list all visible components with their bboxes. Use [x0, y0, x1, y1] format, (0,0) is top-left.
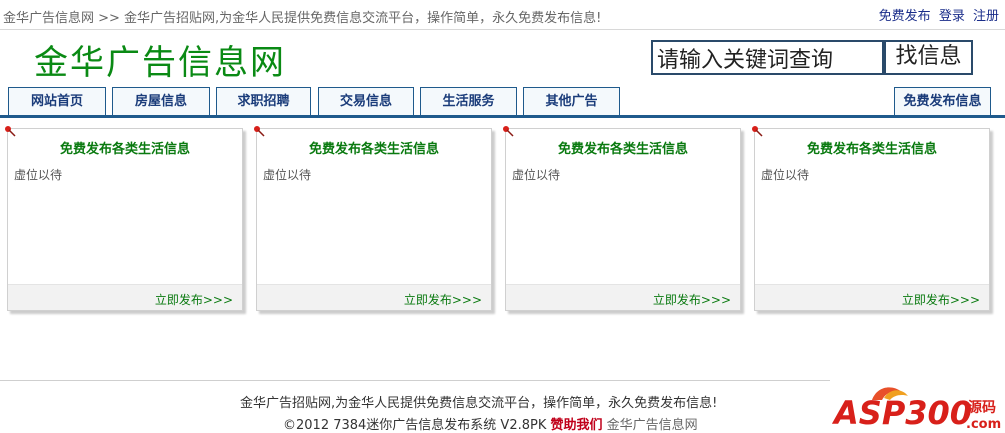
card-body: 虚位以待: [263, 168, 312, 182]
tab-trade[interactable]: 交易信息: [318, 87, 414, 115]
footer-divider: [0, 380, 830, 381]
card-title: 免费发布各类生活信息: [806, 142, 937, 157]
brand-link[interactable]: 金华广告信息网: [607, 418, 698, 433]
publish-now-link[interactable]: 立即发布>>>: [404, 291, 482, 308]
tab-jobs[interactable]: 求职招聘: [216, 87, 311, 115]
support-link[interactable]: 赞助我们: [551, 418, 603, 433]
header: 金华广告信息网 找信息: [0, 31, 1005, 83]
tab-publish[interactable]: 免费发布信息: [894, 87, 991, 115]
ad-card: 免费发布各类生活信息 虚位以待 立即发布>>>: [503, 126, 741, 311]
breadcrumb: 金华广告信息网 >> 金华广告招贴网,为金华人民提供免费信息交流平台，操作简单，…: [3, 11, 602, 26]
copyright-text: ©2012 7384迷你广告信息发布系统 V2.8PK: [283, 418, 547, 433]
register-link[interactable]: 注册: [973, 9, 999, 24]
card-title: 免费发布各类生活信息: [59, 142, 190, 157]
pushpin-icon: [5, 126, 16, 137]
publish-now-link[interactable]: 立即发布>>>: [155, 291, 233, 308]
tab-other-ads[interactable]: 其他广告: [523, 87, 620, 115]
ad-card: 免费发布各类生活信息 虚位以待 立即发布>>>: [254, 126, 492, 311]
user-links: 免费发布 登录 注册: [875, 5, 999, 24]
card-title: 免费发布各类生活信息: [308, 142, 439, 157]
svg-text:ASP300: ASP300: [832, 394, 972, 430]
card-footer: 立即发布>>>: [755, 284, 989, 310]
card-title: 免费发布各类生活信息: [557, 142, 688, 157]
card-footer: 立即发布>>>: [257, 284, 491, 310]
site-logo[interactable]: 金华广告信息网: [34, 35, 286, 84]
tab-home[interactable]: 网站首页: [8, 87, 106, 115]
top-bar: 金华广告信息网 >> 金华广告招贴网,为金华人民提供免费信息交流平台，操作简单，…: [0, 0, 1005, 30]
card-footer: 立即发布>>>: [506, 284, 740, 310]
pushpin-icon: [752, 126, 763, 137]
footer-slogan: 金华广告招贴网,为金华人民提供免费信息交流平台，操作简单，永久免费发布信息!: [240, 396, 718, 411]
tab-housing[interactable]: 房屋信息: [112, 87, 210, 115]
card-body: 虚位以待: [761, 168, 810, 182]
ad-card: 免费发布各类生活信息 虚位以待 立即发布>>>: [5, 126, 243, 311]
svg-text:.com: .com: [966, 417, 1001, 430]
search-button[interactable]: 找信息: [884, 40, 973, 75]
publish-now-link[interactable]: 立即发布>>>: [653, 291, 731, 308]
publish-link[interactable]: 免费发布: [879, 9, 931, 24]
card-body: 虚位以待: [512, 168, 561, 182]
asp300-watermark-logo: ASP300 源码 .com: [832, 387, 1001, 430]
tab-life-services[interactable]: 生活服务: [420, 87, 517, 115]
footer-copyright: ©2012 7384迷你广告信息发布系统 V2.8PK 赞助我们 金华广告信息网: [283, 414, 698, 433]
publish-now-link[interactable]: 立即发布>>>: [902, 291, 980, 308]
pushpin-icon: [254, 126, 265, 137]
search-input[interactable]: [651, 40, 884, 75]
svg-text:源码: 源码: [968, 399, 996, 416]
pushpin-icon: [503, 126, 514, 137]
ad-card: 免费发布各类生活信息 虚位以待 立即发布>>>: [752, 126, 990, 311]
card-body: 虚位以待: [14, 168, 63, 182]
main-nav: 网站首页 房屋信息 求职招聘 交易信息 生活服务 其他广告 免费发布信息: [0, 87, 1005, 118]
login-link[interactable]: 登录: [939, 9, 965, 24]
card-footer: 立即发布>>>: [8, 284, 242, 310]
